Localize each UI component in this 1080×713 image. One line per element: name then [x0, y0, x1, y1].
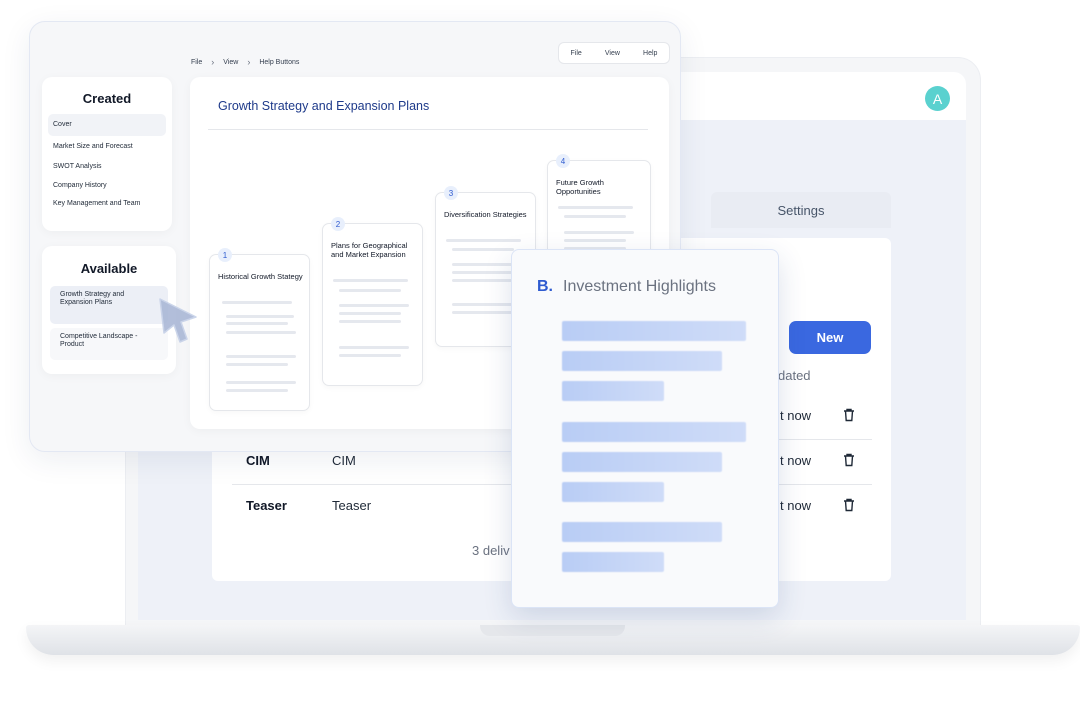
highlights-prefix: B. — [537, 278, 553, 295]
menu-bar: File View Help — [558, 42, 670, 64]
step-label: Historical Growth Stategy — [218, 272, 303, 281]
placeholder-line — [226, 315, 294, 318]
highlights-title-text: Investment Highlights — [563, 278, 716, 295]
breadcrumb-view[interactable]: View — [223, 59, 238, 66]
created-panel: Created Cover Market Size and Forecast S… — [42, 77, 172, 231]
step-card[interactable]: 2 Plans for Geographical and Market Expa… — [322, 217, 423, 386]
new-button[interactable]: New — [789, 321, 871, 354]
available-title: Available — [80, 261, 138, 276]
created-item-market-size[interactable]: Market Size and Forecast — [48, 142, 166, 151]
step-label: Diversification Strategies — [444, 210, 527, 219]
placeholder-bar — [562, 482, 664, 502]
step-number: 4 — [556, 154, 570, 168]
placeholder-line — [452, 311, 514, 314]
placeholder-line — [446, 239, 521, 242]
placeholder-line — [226, 331, 296, 334]
menu-view[interactable]: View — [605, 50, 620, 57]
document-title: Growth Strategy and Expansion Plans — [218, 99, 430, 113]
highlights-title: B. Investment Highlights — [537, 278, 716, 296]
row-name: CIM — [246, 453, 270, 468]
placeholder-bar — [562, 321, 746, 341]
step-number: 3 — [444, 186, 458, 200]
row-type: CIM — [332, 453, 356, 468]
step-number: 2 — [331, 217, 345, 231]
avatar[interactable]: A — [925, 86, 950, 111]
trash-icon[interactable] — [841, 452, 857, 468]
placeholder-line — [339, 346, 409, 349]
step-number: 1 — [218, 248, 232, 262]
placeholder-bar — [562, 422, 746, 442]
placeholder-bar — [562, 381, 664, 401]
row-name: Teaser — [246, 498, 287, 513]
row-updated: t now — [780, 498, 812, 513]
title-divider — [208, 129, 648, 130]
created-item-company-history[interactable]: Company History — [48, 181, 166, 190]
placeholder-bar — [562, 351, 722, 371]
placeholder-line — [564, 239, 626, 242]
breadcrumb-file[interactable]: File — [191, 59, 202, 66]
created-item-cover[interactable]: Cover — [48, 114, 166, 136]
menu-help[interactable]: Help — [643, 50, 657, 57]
placeholder-bar — [562, 552, 664, 572]
trash-icon[interactable] — [841, 497, 857, 513]
placeholder-line — [339, 320, 401, 323]
placeholder-bar — [562, 522, 722, 542]
placeholder-line — [226, 363, 288, 366]
placeholder-line — [339, 304, 409, 307]
laptop-notch — [480, 625, 625, 636]
created-title: Created — [82, 91, 132, 106]
breadcrumb: File › View › Help Buttons — [191, 57, 299, 67]
created-item-swot[interactable]: SWOT Analysis — [48, 162, 166, 171]
tab-settings[interactable]: Settings — [711, 192, 891, 228]
placeholder-line — [452, 271, 514, 274]
placeholder-line — [339, 354, 401, 357]
step-card[interactable]: 1 Historical Growth Stategy — [209, 248, 310, 411]
cursor-arrow-icon — [159, 298, 197, 343]
row-updated: t now — [780, 453, 812, 468]
placeholder-line — [339, 312, 401, 315]
trash-icon[interactable] — [841, 407, 857, 423]
breadcrumb-help-buttons[interactable]: Help Buttons — [259, 59, 299, 66]
placeholder-line — [226, 381, 296, 384]
chevron-right-icon: › — [211, 57, 215, 67]
created-item-key-management[interactable]: Key Management and Team — [48, 199, 166, 208]
placeholder-line — [564, 231, 634, 234]
placeholder-line — [226, 322, 288, 325]
placeholder-line — [226, 355, 296, 358]
available-item-competitive-landscape[interactable]: Competitive Landscape - Product — [50, 328, 168, 360]
placeholder-line — [452, 279, 514, 282]
column-header-updated: dated — [778, 368, 811, 383]
deliverables-count: 3 deliv — [472, 543, 510, 558]
row-updated: t now — [780, 408, 812, 423]
menu-file[interactable]: File — [571, 50, 582, 57]
row-type: Teaser — [332, 498, 372, 513]
available-item-growth-strategy[interactable]: Growth Strategy and Expansion Plans — [50, 286, 168, 324]
step-label: Plans for Geographical and Market Expans… — [331, 241, 408, 259]
placeholder-line — [564, 215, 626, 218]
step-label: Future Growth Opportunities — [556, 178, 604, 196]
placeholder-line — [222, 301, 292, 304]
placeholder-line — [558, 206, 633, 209]
placeholder-line — [452, 248, 514, 251]
chevron-right-icon: › — [247, 57, 251, 67]
placeholder-line — [339, 289, 401, 292]
placeholder-bar — [562, 452, 722, 472]
placeholder-line — [333, 279, 408, 282]
investment-highlights-card[interactable]: B. Investment Highlights — [511, 249, 779, 608]
placeholder-line — [226, 389, 288, 392]
